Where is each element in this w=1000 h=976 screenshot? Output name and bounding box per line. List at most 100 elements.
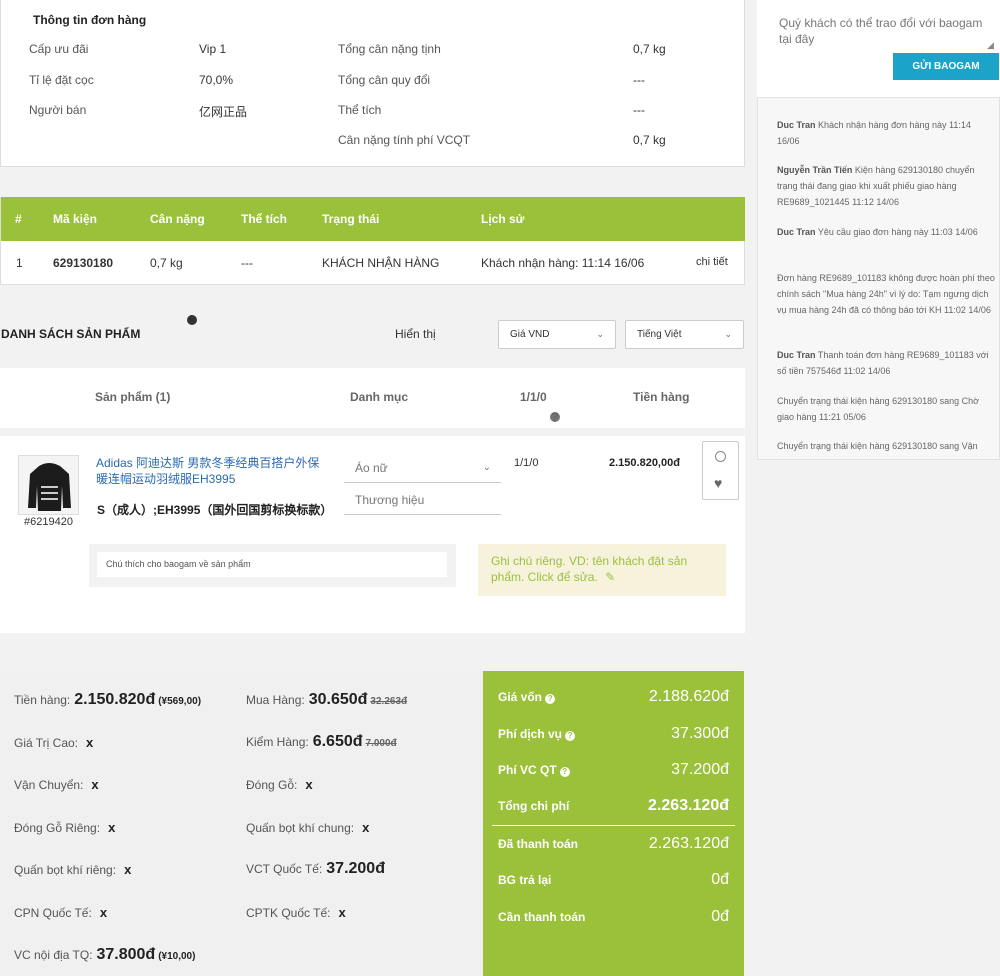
category-value: Áo nữ [355, 461, 388, 475]
chevron-down-icon: ⌄ [724, 329, 732, 339]
display-label: Hiển thị [395, 327, 436, 341]
packages-table-header: # Mã kiện Cân nặng Thể tích Trạng thái L… [1, 197, 745, 241]
fee-dong-go-rieng: Đóng Gỗ Riêng: x [14, 820, 115, 835]
pencil-icon[interactable]: ✎ [605, 570, 615, 584]
info-icon[interactable]: i [186, 314, 197, 326]
product-row: #6219420 Adidas 阿迪达斯 男款冬季经典百搭户外保暖连帽运动羽绒服… [0, 436, 745, 633]
message-placeholder: Quý khách có thể trao đổi với baogam tại… [779, 16, 983, 46]
value-nguoi-ban: 亿网正品 [199, 105, 248, 119]
package-detail-link[interactable]: chi tiết [696, 256, 728, 268]
col-ma-kien: Mã kiện [53, 212, 98, 226]
fee-quan-bot-chung: Quấn bọt khí chung: x [246, 820, 369, 835]
label-nguoi-ban: Người bán [29, 103, 87, 117]
product-table-header: Sản phẩm (1) Danh mục 1/1/0? Tiền hàng [0, 368, 745, 428]
fee-vct-quoc-te: VCT Quốc Tế: 37.200đ [246, 860, 385, 878]
product-name-link[interactable]: Adidas 阿迪达斯 男款冬季经典百搭户外保暖连帽运动羽绒服EH3995 [96, 455, 328, 487]
packages-table: # Mã kiện Cân nặng Thể tích Trạng thái L… [0, 197, 745, 326]
cost-value: 37.300đ [671, 725, 729, 742]
fee-old-value: 32.263đ [370, 696, 408, 707]
fee-value: x [86, 735, 94, 750]
question-icon[interactable]: ? [559, 767, 570, 777]
cost-value: 0đ [711, 871, 729, 888]
question-icon[interactable]: ? [549, 411, 560, 423]
package-weight: 0,7 kg [150, 256, 183, 270]
fee-label: Vận Chuyển: [14, 778, 84, 792]
fee-label: Giá Trị Cao: [14, 736, 79, 750]
label-cap-uu-dai: Cấp ưu đãi [29, 42, 89, 56]
package-status: KHÁCH NHẬN HÀNG [322, 256, 440, 270]
fee-value: 37.800đ [96, 946, 156, 963]
language-select[interactable]: Tiếng Việt ⌄ [625, 320, 744, 349]
fee-label: Quấn bọt khí chung: [246, 821, 355, 835]
fee-label: Quấn bọt khí riêng: [14, 863, 117, 877]
order-history: Duc Tran Khách nhận hàng đơn hàng này 11… [757, 97, 1000, 460]
fee-value: x [305, 777, 313, 792]
fee-label: CPTK Quốc Tế: [246, 906, 331, 920]
private-note[interactable]: Ghi chú riêng. VD: tên khách đặt sản phẩ… [478, 544, 726, 596]
cost-label: Giá vốn? [498, 690, 556, 704]
brand-placeholder: Thương hiệu [355, 493, 425, 507]
product-variant: S（成人）;EH3995（国外回国剪标换标款） [97, 503, 333, 517]
cost-label: Phí dịch vụ? [498, 727, 576, 741]
list-item: Duc Tran Yêu cầu giao đơn hàng này 11:03… [777, 224, 995, 240]
category-select[interactable]: Áo nữ ⌄ [344, 453, 501, 483]
fee-value: x [124, 862, 132, 877]
currency-select[interactable]: Giá VND ⌄ [498, 320, 616, 349]
list-item: Duc Tran Thanh toán đơn hàng RE9689_1011… [777, 347, 995, 379]
fee-vc-noi-dia: VC nội địa TQ: 37.800đ (¥10,00) [14, 946, 195, 964]
cost-label: BG trả lại [498, 873, 552, 887]
chevron-down-icon: ⌄ [596, 329, 604, 339]
fee-old-value: 7.000đ [365, 738, 397, 749]
product-note-input[interactable]: Chú thích cho baogam về sản phẩm [97, 552, 447, 577]
fee-cpn-quoc-te: CPN Quốc Tế: x [14, 905, 107, 920]
complaint-icon[interactable] [715, 451, 726, 462]
cost-value: 2.263.120đ [648, 835, 729, 852]
value-cap-uu-dai: Vip 1 [199, 42, 227, 56]
list-item: Đơn hàng RE9689_101183 không được hoàn p… [777, 270, 995, 318]
heart-icon[interactable]: ♥ [714, 476, 722, 490]
cost-value: 2.188.620đ [648, 688, 729, 705]
col-ratio-label: 1/1/0 [520, 390, 547, 404]
history-text: Chuyển trạng thái kiện hàng 629130180 sa… [777, 441, 978, 451]
cost-label-text: Phí dịch vụ [498, 727, 563, 741]
cost-value: 2.263.120đ [648, 797, 729, 814]
history-text: Yêu cầu giao đơn hàng này 11:03 14/06 [817, 227, 978, 237]
label-can-nang-vcqt: Cân nặng tính phí VCQT [338, 133, 471, 147]
product-thumbnail[interactable] [18, 455, 79, 515]
cost-label: Phí VC QT? [498, 763, 570, 777]
fee-value: x [338, 905, 346, 920]
cost-label-text: Phí VC QT [498, 763, 557, 777]
fee-label: Tiền hàng: [14, 693, 71, 707]
fee-cptk-quoc-te: CPTK Quốc Tế: x [246, 905, 346, 920]
fee-value: 37.200đ [326, 860, 385, 877]
fee-mua-hang: Mua Hàng: 30.650đ 32.263đ [246, 691, 407, 709]
chevron-down-icon: ⌄ [482, 462, 491, 473]
fee-summary: Tiền hàng: 2.150.820đ (¥569,00) Mua Hàng: 3… [0, 671, 483, 976]
col-can-nang: Cân nặng [150, 212, 205, 226]
resize-handle-icon[interactable]: ◢ [987, 40, 994, 51]
label-ti-le-dat-coc: Tỉ lệ đặt cọc [29, 73, 94, 87]
product-note-placeholder: Chú thích cho baogam về sản phẩm [106, 559, 251, 569]
fee-label: VCT Quốc Tế: [246, 862, 323, 876]
send-message-button[interactable]: GỬI BAOGAM [893, 53, 999, 80]
private-note-text: Ghi chú riêng. VD: tên khách đặt sản phẩ… [491, 554, 688, 584]
brand-input[interactable]: Thương hiệu [344, 485, 501, 515]
cost-label: Cần thanh toán [498, 910, 586, 924]
product-list-title: DANH SÁCH SẢN PHẨM [1, 327, 141, 341]
cost-label: Đã thanh toán [498, 837, 578, 851]
cost-divider [492, 825, 735, 826]
value-ti-le-dat-coc: 70,0% [199, 73, 234, 87]
value-the-tich: --- [633, 103, 645, 117]
fee-label: VC nội địa TQ: [14, 948, 93, 962]
fee-label: Kiểm Hàng: [246, 735, 309, 749]
fee-sub: (¥10,00) [158, 951, 196, 962]
col-index: # [15, 212, 22, 226]
fee-value: 6.650đ [312, 733, 363, 750]
message-box: Quý khách có thể trao đổi với baogam tại… [757, 0, 1000, 97]
fee-dong-go: Đóng Gỗ: x [246, 777, 313, 792]
label-the-tich: Thể tích [338, 103, 382, 117]
col-ratio: 1/1/0? [520, 390, 560, 423]
message-input[interactable]: Quý khách có thể trao đổi với baogam tại… [779, 15, 997, 47]
question-icon[interactable]: ? [545, 694, 556, 704]
question-icon[interactable]: ? [565, 731, 576, 741]
